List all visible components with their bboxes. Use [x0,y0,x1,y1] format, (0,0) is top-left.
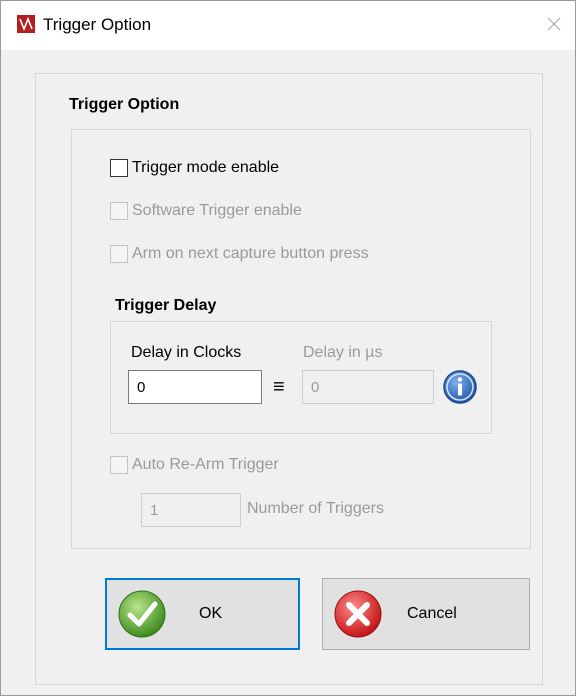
cancel-x-icon [334,590,382,638]
delay-clocks-input[interactable]: 0 [128,370,262,404]
num-triggers-value: 1 [150,501,159,519]
software-trigger-label: Software Trigger enable [132,202,302,219]
delay-us-input: 0 [302,370,434,404]
auto-rearm-checkbox [110,456,128,474]
close-button[interactable] [537,9,571,39]
software-trigger-row: Software Trigger enable [110,202,302,220]
info-icon[interactable] [442,369,478,405]
software-trigger-checkbox [110,202,128,220]
trigger-mode-label: Trigger mode enable [132,159,280,176]
trigger-delay-title: Trigger Delay [115,297,217,314]
trigger-mode-row[interactable]: Trigger mode enable [110,159,279,177]
app-icon [17,15,35,33]
checkmark-icon [118,590,166,638]
delay-us-label: Delay in µs [303,344,383,361]
title-bar: Trigger Option [1,1,575,50]
num-triggers-label: Number of Triggers [247,500,384,517]
trigger-option-dialog: Trigger Option Trigger Option Trigger mo… [0,0,576,696]
ok-button[interactable]: OK [105,578,300,650]
arm-next-capture-checkbox [110,245,128,263]
arm-next-capture-label: Arm on next capture button press [132,245,369,262]
cancel-button[interactable]: Cancel [322,578,530,650]
window-title: Trigger Option [43,15,152,34]
delay-clocks-value: 0 [137,378,146,396]
section-title: Trigger Option [69,96,180,113]
cancel-label: Cancel [407,605,457,622]
auto-rearm-row: Auto Re-Arm Trigger [110,456,279,474]
trigger-mode-checkbox[interactable] [110,159,128,177]
arm-next-capture-row: Arm on next capture button press [110,245,369,263]
num-triggers-input: 1 [141,493,241,527]
close-icon [547,17,561,31]
delay-clocks-label: Delay in Clocks [131,344,242,361]
ok-label: OK [199,605,223,622]
auto-rearm-label: Auto Re-Arm Trigger [132,456,279,473]
equivalence-symbol: ≡ [273,376,285,398]
delay-us-value: 0 [311,378,320,396]
